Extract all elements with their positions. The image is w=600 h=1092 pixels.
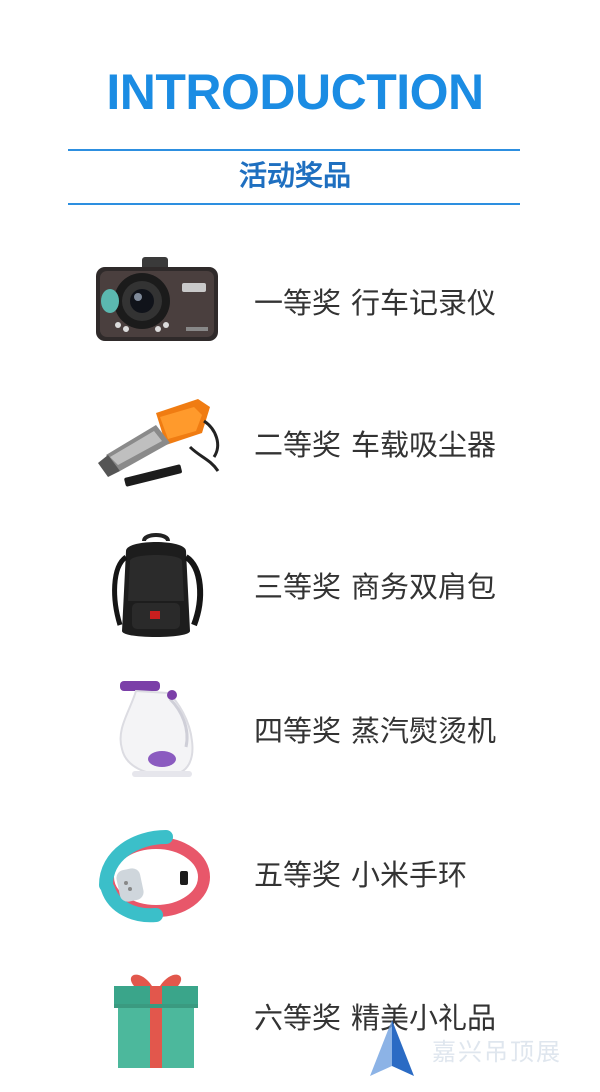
- prize-name: 蒸汽熨烫机: [351, 714, 497, 748]
- prize-list: 一等奖 行车记录仪 二等奖 车载吸尘器 三等奖 商务双肩包 四等奖 蒸汽熨烫机 …: [0, 0, 600, 1092]
- prize-label: 三等奖 商务双肩包: [254, 565, 496, 609]
- watermark: 嘉兴吊顶展: [362, 1016, 592, 1086]
- prize-label: 二等奖 车载吸尘器: [254, 423, 496, 467]
- gift-box-image: [86, 958, 226, 1078]
- prize-item: 一等奖 行车记录仪: [0, 243, 600, 363]
- prize-rank: 六等奖: [254, 1001, 342, 1035]
- prize-name: 车载吸尘器: [351, 428, 497, 462]
- prize-name: 商务双肩包: [351, 570, 497, 604]
- backpack-image: [86, 527, 226, 647]
- prize-label: 五等奖 小米手环: [254, 853, 467, 897]
- watermark-text: 嘉兴吊顶展: [432, 1038, 562, 1066]
- prize-label: 四等奖 蒸汽熨烫机: [254, 709, 496, 753]
- prize-name: 小米手环: [351, 858, 468, 892]
- garment-steamer-image: [86, 671, 226, 791]
- prize-rank: 五等奖: [254, 858, 342, 892]
- prize-item: 四等奖 蒸汽熨烫机: [0, 671, 600, 791]
- prize-item: 五等奖 小米手环: [0, 815, 600, 935]
- car-vacuum-image: [86, 385, 226, 505]
- prize-label: 一等奖 行车记录仪: [254, 281, 496, 325]
- prize-name: 行车记录仪: [351, 286, 497, 320]
- prize-item: 三等奖 商务双肩包: [0, 527, 600, 647]
- prize-rank: 二等奖: [254, 428, 342, 462]
- prize-rank: 三等奖: [254, 570, 342, 604]
- prize-item: 二等奖 车载吸尘器: [0, 385, 600, 505]
- prize-rank: 四等奖: [254, 714, 342, 748]
- watermark-logo-icon: [362, 1016, 422, 1086]
- dashcam-image: [86, 243, 226, 363]
- prize-rank: 一等奖: [254, 286, 342, 320]
- fitness-band-image: [86, 815, 226, 935]
